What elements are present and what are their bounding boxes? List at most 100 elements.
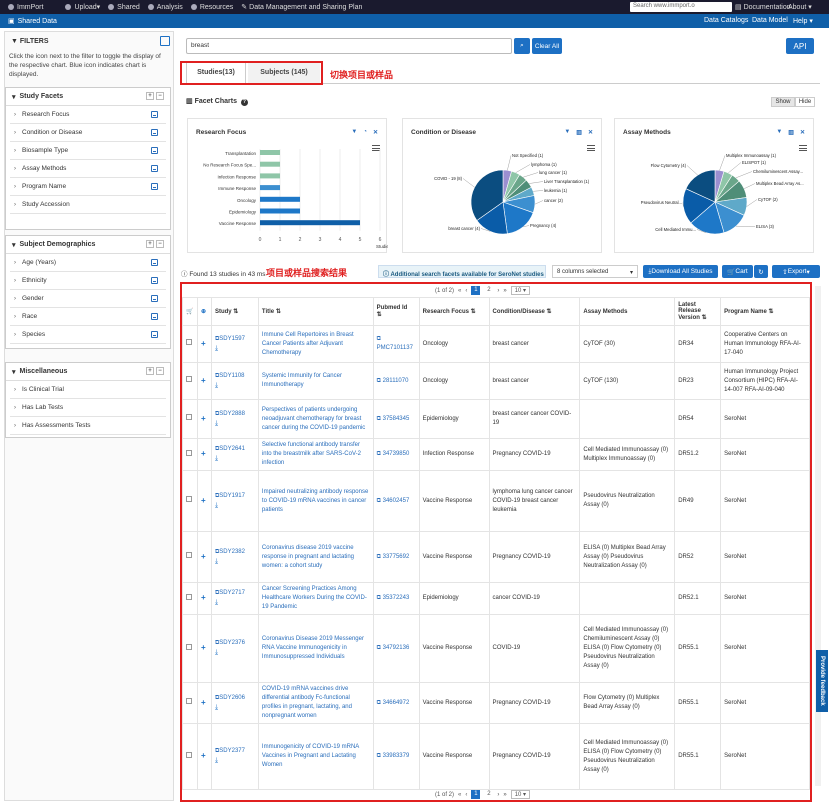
facet-race[interactable]: › Race [10,308,166,326]
row-checkbox[interactable] [182,470,198,532]
expand-row-icon[interactable]: + [196,582,212,615]
export-button[interactable]: ⇪ Export ▾ [772,265,820,278]
facet-condition-disease[interactable]: › Condition or Disease [10,124,166,142]
expand-icon[interactable]: + [146,367,154,375]
clear-all-button[interactable]: Clear All [532,38,562,54]
expand-row-icon[interactable]: + [196,362,212,400]
facet-species[interactable]: › Species [10,326,166,344]
cart-button[interactable]: 🛒 Cart [722,265,753,278]
next-page-icon[interactable]: › [497,792,499,798]
chart-toggle-icon[interactable] [151,259,158,266]
feedback-tab[interactable]: Provide feedback [816,650,828,712]
study-link[interactable]: ⧉SDY2376 [215,640,245,646]
api-button[interactable]: API [786,38,814,54]
reset-button[interactable]: ↻ [754,265,768,278]
panel-header[interactable]: ▾ Study Facets + − [6,88,170,106]
title-link[interactable]: Selective functional antibody transfer i… [262,442,361,466]
panel-header[interactable]: ▾ Miscellaneous + − [6,363,170,381]
col-pubmed[interactable]: Pubmed Id ⇅ [372,297,420,326]
download-icon[interactable]: ⤓ [215,420,218,427]
row-checkbox[interactable] [182,531,198,583]
chart-toggle-icon[interactable] [151,295,158,302]
page-1[interactable]: 1 [471,790,481,799]
prev-page-icon[interactable]: ‹ [465,288,467,294]
chart-toggle-icon[interactable] [151,111,158,118]
chart-toggle-icon[interactable] [151,129,158,136]
expand-row-icon[interactable]: + [196,438,212,471]
study-link[interactable]: ⧉SDY2888 [215,411,245,417]
nav-documentation[interactable]: ▤ Documentation [735,3,791,11]
download-icon[interactable]: ⤓ [215,757,218,764]
study-link[interactable]: ⧉SDY2717 [215,590,245,596]
pubmed-link[interactable]: ⧉ 34739850 [377,451,410,457]
pubmed-link[interactable]: ⧉ PMC7101137 [377,336,413,351]
facet-research-focus[interactable]: › Research Focus [10,106,166,124]
chart-toggle-icon[interactable] [151,147,158,154]
chart-toggle-icon[interactable] [151,331,158,338]
row-checkbox[interactable] [182,582,198,615]
seronet-facets-notice[interactable]: ⓘ Additional search facets available for… [378,265,546,278]
row-checkbox[interactable] [182,723,198,790]
row-checkbox[interactable] [182,325,198,363]
expand-row-icon[interactable]: + [196,531,212,583]
study-link[interactable]: ⧉SDY2641 [215,446,245,452]
col-title[interactable]: Title ⇅ [257,297,374,326]
pubmed-link[interactable]: ⧉ 34664972 [377,700,410,706]
bar[interactable] [260,220,360,226]
pubmed-link[interactable]: ⧉ 35372243 [377,595,410,601]
facet-gender[interactable]: › Gender [10,290,166,308]
bar[interactable] [260,196,300,202]
collapse-icon[interactable]: − [156,367,164,375]
chart-toggle-icon[interactable] [151,313,158,320]
download-icon[interactable]: ⤓ [215,704,218,711]
bar[interactable] [260,173,280,179]
link-data-catalogs[interactable]: Data Catalogs [704,17,748,24]
last-page-icon[interactable]: » [503,288,506,294]
expand-row-icon[interactable]: + [196,470,212,532]
nav-shared[interactable]: Shared [108,4,140,11]
pubmed-link[interactable]: ⧉ 28111070 [377,378,409,384]
col-version[interactable]: Latest Release Version ⇅ [674,297,722,326]
expand-row-icon[interactable]: + [196,399,212,439]
row-checkbox[interactable] [182,399,198,439]
chart-toggle-icon[interactable] [151,183,158,190]
chart-toggle-icon[interactable] [151,277,158,284]
download-icon[interactable]: ⤓ [215,558,218,565]
bar[interactable] [260,161,280,167]
download-icon[interactable]: ⤓ [215,502,218,509]
nav-about[interactable]: About ▾ [788,3,812,11]
col-condition[interactable]: Condition/Disease ⇅ [488,297,581,326]
col-program[interactable]: Program Name ⇅ [720,297,810,326]
bar[interactable] [260,150,280,155]
site-search-input[interactable]: Search www.immport.o [630,2,732,12]
first-page-icon[interactable]: « [458,792,461,798]
title-link[interactable]: Systemic Immunity for Cancer Immunothera… [262,373,342,388]
download-icon[interactable]: ⤓ [215,599,218,606]
expand-row-icon[interactable]: + [196,723,212,790]
page-1[interactable]: 1 [471,286,481,295]
panel-header[interactable]: ▾ Subject Demographics + − [6,236,170,254]
pubmed-link[interactable]: ⧉ 33983379 [377,753,410,759]
row-checkbox[interactable] [182,438,198,471]
title-link[interactable]: Cancer Screening Practices Among Healthc… [262,586,367,610]
title-link[interactable]: Immunogenicity of COVID-19 mRNA Vaccines… [262,744,359,768]
study-link[interactable]: ⧉SDY2377 [215,748,245,754]
page-2[interactable]: 2 [484,790,493,799]
collapse-sidebar-icon[interactable] [160,36,170,46]
collapse-icon[interactable]: − [156,240,164,248]
nav-resources[interactable]: Resources [190,4,233,11]
expand-row-icon[interactable]: + [196,682,212,724]
facet-study-accession[interactable]: › Study Accession [10,196,166,214]
title-link[interactable]: Perspectives of patients undergoing neoa… [262,407,365,431]
next-page-icon[interactable]: › [497,288,499,294]
expand-row-icon[interactable]: + [196,614,212,683]
nav-analysis[interactable]: Analysis [147,4,183,11]
study-link[interactable]: ⧉SDY2382 [215,549,245,555]
columns-select[interactable]: 8 columns selected ▾ [552,265,638,278]
study-link[interactable]: ⧉SDY1108 [215,373,245,379]
search-button[interactable]: ⌕ [514,38,530,54]
pubmed-link[interactable]: ⧉ 37584345 [377,416,410,422]
collapse-icon[interactable]: − [156,92,164,100]
prev-page-icon[interactable]: ‹ [465,792,467,798]
title-link[interactable]: Coronavirus disease 2019 vaccine respons… [262,545,354,569]
